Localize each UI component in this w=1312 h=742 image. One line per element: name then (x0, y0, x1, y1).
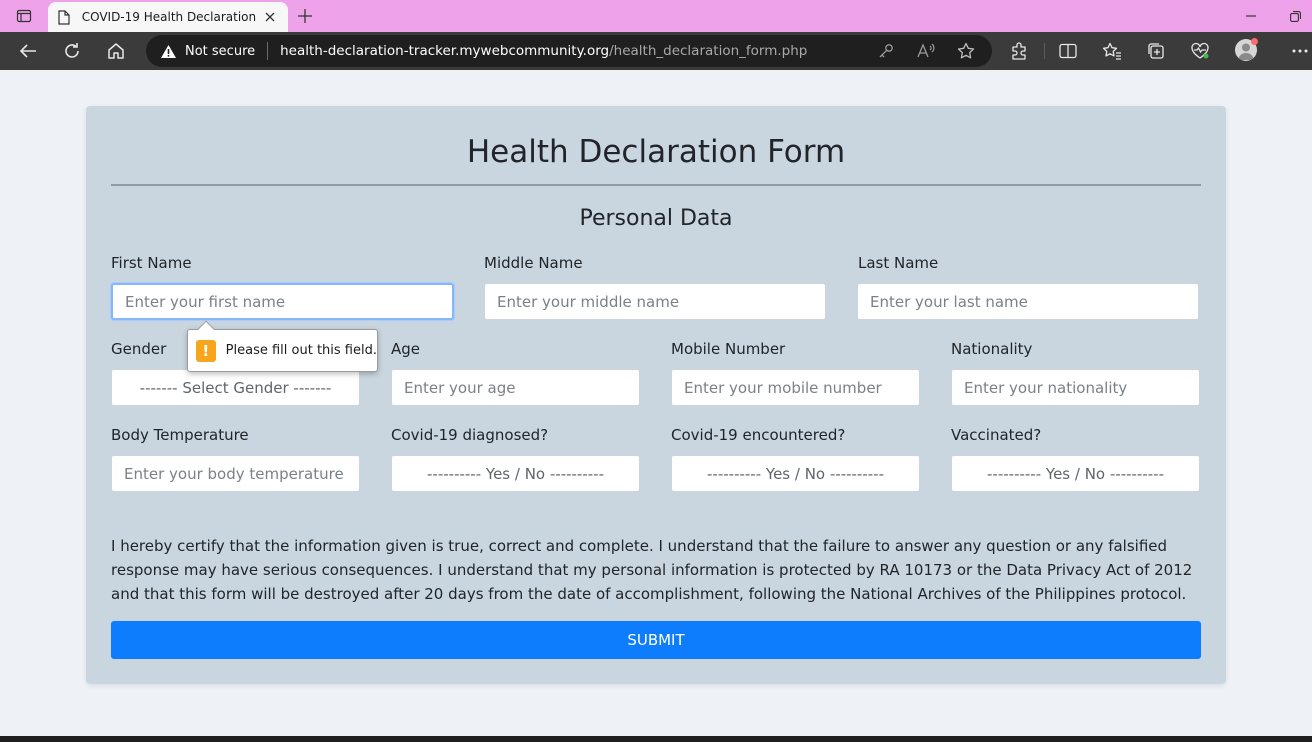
address-divider (267, 42, 269, 60)
middle-name-label: Middle Name (484, 254, 583, 272)
vaccinated-label: Vaccinated? (951, 426, 1042, 444)
last-name-label: Last Name (858, 254, 939, 272)
taskbar-edge (0, 736, 1312, 742)
exclamation-icon: ! (196, 339, 216, 362)
minimize-icon[interactable] (1240, 6, 1262, 26)
health-declaration-card: Health Declaration Form Personal Data Fi… (86, 106, 1226, 684)
refresh-icon[interactable] (57, 36, 87, 66)
restore-icon[interactable] (1284, 6, 1306, 26)
page-icon (56, 9, 72, 25)
security-label: Not secure (185, 43, 256, 59)
browser-toolbar: Not secure health-declaration-tracker.my… (0, 32, 1312, 70)
back-icon[interactable] (13, 36, 43, 66)
warning-icon (160, 44, 177, 59)
first-name-label: First Name (111, 254, 192, 272)
notification-dot (1251, 38, 1258, 45)
url-host: health-declaration-tracker.mywebcommunit… (280, 43, 610, 59)
tab-bar: COVID-19 Health Declaration For (0, 0, 1312, 32)
section-title: Personal Data (579, 206, 733, 231)
gender-select[interactable]: ------- Select Gender ------- (111, 369, 360, 406)
gender-label: Gender (111, 340, 167, 358)
favorite-star-icon[interactable] (956, 41, 976, 61)
close-tab-icon[interactable] (260, 7, 280, 27)
split-screen-icon[interactable] (1053, 36, 1083, 66)
address-bar[interactable]: Not secure health-declaration-tracker.my… (146, 35, 992, 67)
browser-essentials-icon[interactable] (1185, 36, 1215, 66)
collections-icon[interactable] (1141, 36, 1171, 66)
covid-encountered-label: Covid-19 encountered? (671, 426, 846, 444)
body-temperature-input[interactable] (111, 455, 360, 492)
age-input[interactable] (391, 369, 640, 406)
home-icon[interactable] (101, 36, 131, 66)
url-text[interactable]: health-declaration-tracker.mywebcommunit… (280, 43, 807, 59)
browser-tab[interactable]: COVID-19 Health Declaration For (48, 2, 288, 32)
nationality-input[interactable] (951, 369, 1200, 406)
read-aloud-icon[interactable] (916, 41, 936, 61)
form-title: Health Declaration Form (466, 134, 846, 170)
age-label: Age (391, 340, 421, 358)
covid-encountered-select[interactable]: ---------- Yes / No ---------- (671, 455, 920, 492)
submit-button[interactable]: SUBMIT (111, 621, 1201, 659)
validation-tooltip: ! Please fill out this field. (187, 320, 378, 372)
key-icon[interactable] (876, 41, 896, 61)
body-temperature-label: Body Temperature (111, 426, 249, 444)
title-divider (111, 184, 1201, 186)
certification-text: I hereby certify that the information gi… (111, 537, 1193, 603)
tab-title: COVID-19 Health Declaration For (81, 10, 257, 24)
vaccinated-select[interactable]: ---------- Yes / No ---------- (951, 455, 1200, 492)
covid-diagnosed-select[interactable]: ---------- Yes / No ---------- (391, 455, 640, 492)
nationality-label: Nationality (951, 340, 1033, 358)
favorites-icon[interactable] (1097, 36, 1127, 66)
validation-message: Please fill out this field. (225, 343, 377, 358)
url-path: /health_declaration_form.php (609, 43, 808, 59)
toolbar-divider (1044, 43, 1045, 59)
tab-actions-icon[interactable] (8, 4, 40, 28)
more-options-icon[interactable] (1285, 36, 1312, 66)
middle-name-input[interactable] (484, 283, 826, 320)
last-name-input[interactable] (857, 283, 1199, 320)
new-tab-icon[interactable] (292, 4, 318, 28)
extensions-icon[interactable] (1004, 36, 1034, 66)
security-indicator[interactable]: Not secure (160, 44, 255, 59)
first-name-input[interactable] (111, 283, 454, 320)
mobile-number-input[interactable] (671, 369, 920, 406)
covid-diagnosed-label: Covid-19 diagnosed? (391, 426, 549, 444)
mobile-number-label: Mobile Number (671, 340, 786, 358)
